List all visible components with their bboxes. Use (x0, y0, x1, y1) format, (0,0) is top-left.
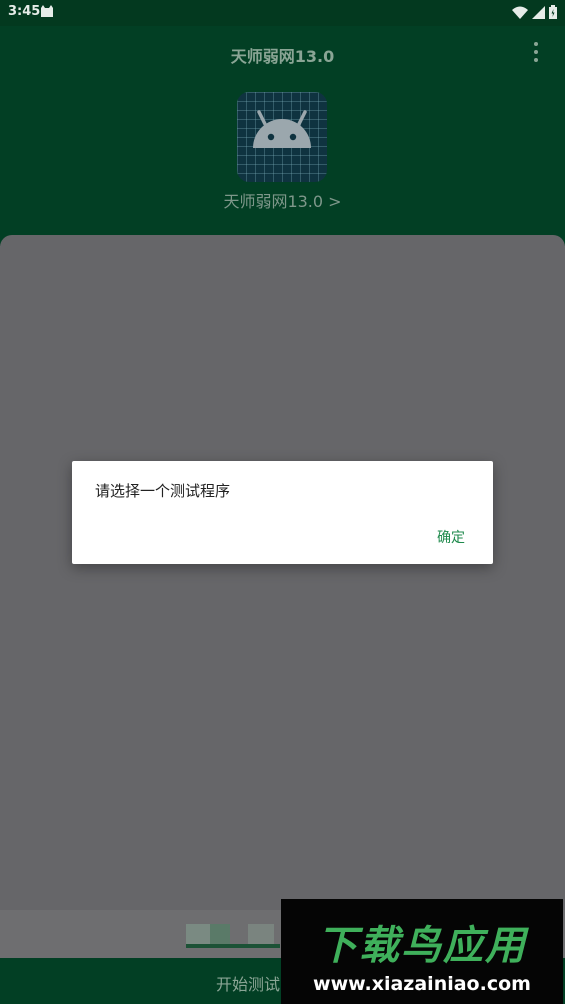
dialog-ok-button[interactable]: 确定 (437, 527, 465, 547)
status-icons (512, 5, 557, 23)
alert-dialog: 请选择一个测试程序 确定 (72, 461, 493, 564)
wifi-icon (512, 6, 528, 23)
signal-icon (532, 5, 545, 23)
status-bar: 3:45 (0, 0, 565, 26)
bottom-sheet-scrim (0, 235, 565, 1004)
start-test-button[interactable]: 开始测试 (216, 971, 280, 995)
watermark-logo: 下载鸟应用 www.xiazainiao.com (281, 899, 563, 1004)
cat-icon (40, 5, 54, 22)
watermark-url: www.xiazainiao.com (313, 973, 531, 995)
app-name-link[interactable]: 天师弱网13.0 > (0, 188, 565, 212)
battery-icon (549, 5, 557, 23)
status-time: 3:45 (8, 4, 41, 19)
android-icon[interactable] (237, 92, 327, 182)
dialog-message: 请选择一个测试程序 (95, 482, 231, 500)
watermark-title: 下载鸟应用 (317, 923, 527, 969)
overflow-menu-icon[interactable] (527, 42, 545, 62)
app-title: 天师弱网13.0 (230, 47, 335, 66)
app-header: 天师弱网13.0 天师弱网13.0 > (0, 26, 565, 246)
